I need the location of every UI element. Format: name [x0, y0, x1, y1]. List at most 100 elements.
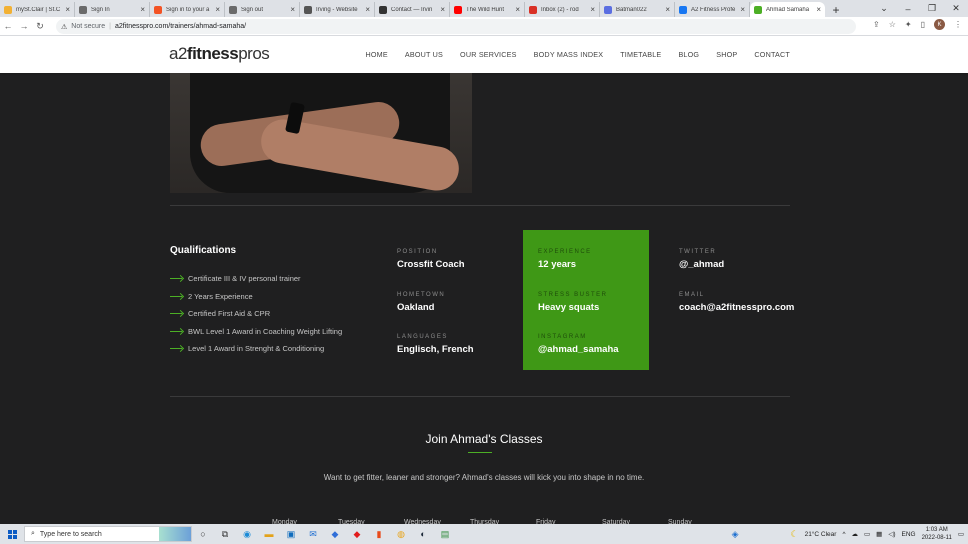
browser-tab[interactable]: Inbox (2) - rod ×	[525, 2, 600, 17]
tab-close-icon[interactable]: ×	[215, 5, 220, 14]
notification-icon[interactable]: ▭	[958, 530, 964, 538]
omnibox[interactable]: ⚠ Not secure | a2fitnesspro.com/trainers…	[56, 19, 856, 34]
nav-item-body-mass-index[interactable]: BODY MASS INDEX	[534, 50, 604, 59]
reload-icon[interactable]: ↻	[32, 21, 48, 32]
dropbox-icon[interactable]: ◆	[324, 526, 346, 542]
qualifications-section: Qualifications Certificate III & IV pers…	[170, 245, 342, 358]
tab-close-icon[interactable]: ×	[515, 5, 520, 14]
back-icon[interactable]: ←	[0, 21, 16, 31]
highlight-box: EXPERIENCE 12 years STRESS BUSTER Heavy …	[523, 230, 649, 370]
tab-title: The Wild Hunt	[466, 6, 505, 13]
edge-icon[interactable]: ◉	[236, 526, 258, 542]
stress-buster-label: STRESS BUSTER	[538, 292, 608, 298]
tab-close-icon[interactable]: ×	[440, 5, 445, 14]
logo-bold: fitness	[186, 44, 239, 63]
tab-title: Inbox (2) - rod	[541, 6, 579, 13]
mail-icon[interactable]: ✉	[302, 526, 324, 542]
cortana-icon[interactable]: ○	[192, 526, 214, 542]
browser-tab[interactable]: Irving - Website ×	[300, 2, 375, 17]
bookmark-star-icon[interactable]: ☆	[889, 20, 896, 29]
tab-close-icon[interactable]: ×	[740, 5, 745, 14]
nav-item-timetable[interactable]: TIMETABLE	[620, 50, 661, 59]
search-icon: ⌕	[31, 530, 35, 537]
chrome-icon[interactable]: ◍	[390, 526, 412, 542]
tab-title: Batman022	[616, 6, 647, 13]
tab-close-icon[interactable]: ×	[816, 5, 821, 14]
tab-title: Contact — Irvin	[391, 6, 433, 13]
store-icon[interactable]: ▣	[280, 526, 302, 542]
nav-item-about-us[interactable]: ABOUT US	[405, 50, 443, 59]
notepad-icon[interactable]: ▤	[434, 526, 456, 542]
windows-taskbar: ⌕ Type here to search ○ ⧉ ◉ ▬ ▣ ✉ ◆ ◆ ▮ …	[0, 524, 968, 544]
tab-favicon	[154, 5, 162, 14]
office-icon[interactable]: ▮	[368, 526, 390, 542]
nav-item-blog[interactable]: BLOG	[678, 50, 699, 59]
battery-icon[interactable]: ▭	[864, 530, 870, 538]
qualification-item: Level 1 Award in Strenght & Conditioning	[170, 340, 342, 358]
qualification-item: Certificate III & IV personal trainer	[170, 270, 342, 288]
network-icon[interactable]: ▦	[876, 530, 882, 538]
new-tab-icon[interactable]: +	[829, 2, 843, 17]
browser-tab[interactable]: The Wild Hunt ×	[450, 2, 525, 17]
tab-favicon	[454, 5, 462, 14]
divider-top	[170, 205, 790, 206]
search-highlight-image	[159, 527, 191, 541]
sidepanel-icon[interactable]: ▯	[921, 20, 925, 29]
weather-text[interactable]: 21°C Clear	[805, 531, 837, 538]
nav-item-contact[interactable]: CONTACT	[754, 50, 790, 59]
maximize-icon[interactable]: ❐	[920, 3, 944, 14]
position-info: POSITION Crossfit Coach	[397, 249, 537, 270]
position-value: Crossfit Coach	[397, 259, 465, 270]
volume-icon[interactable]: ◁)	[888, 530, 895, 538]
start-button[interactable]	[0, 529, 24, 539]
arrow-right-icon	[170, 313, 182, 315]
url-text[interactable]: a2fitnesspro.com/trainers/ahmad-samaha/	[115, 23, 246, 30]
nav-item-shop[interactable]: SHOP	[716, 50, 737, 59]
browser-tab[interactable]: Contact — Irvin ×	[375, 2, 450, 17]
experience-label: EXPERIENCE	[538, 249, 592, 255]
minimize-icon[interactable]: –	[896, 4, 920, 14]
nav-item-our-services[interactable]: OUR SERVICES	[460, 50, 517, 59]
email-info: EMAIL coach@a2fitnesspro.com	[679, 292, 819, 313]
browser-tab[interactable]: Sign out ×	[225, 2, 300, 17]
tab-close-icon[interactable]: ×	[665, 5, 670, 14]
language-indicator[interactable]: ENG	[902, 531, 916, 538]
tab-close-icon[interactable]: ×	[65, 5, 70, 14]
menu-kebab-icon[interactable]: ⋮	[954, 20, 962, 29]
profile-avatar[interactable]: K	[934, 19, 945, 30]
file-explorer-icon[interactable]: ▬	[258, 526, 280, 542]
warning-icon: ⚠	[61, 23, 68, 31]
app-red-icon[interactable]: ◆	[346, 526, 368, 542]
taskbar-search[interactable]: ⌕ Type here to search	[24, 526, 192, 542]
onedrive-icon[interactable]: ☁	[852, 530, 859, 538]
tab-close-icon[interactable]: ×	[140, 5, 145, 14]
steam-icon[interactable]: ◐	[412, 526, 434, 542]
browser-tab[interactable]: Sign in to your a ×	[150, 2, 225, 17]
tab-close-icon[interactable]: ×	[290, 5, 295, 14]
twitter-link[interactable]: @_ahmad	[679, 259, 819, 270]
hometown-value: Oakland	[397, 302, 435, 313]
browser-tab[interactable]: Sign In ×	[75, 2, 150, 17]
arrow-right-icon	[170, 295, 182, 297]
forward-icon[interactable]: →	[16, 21, 32, 31]
browser-tab[interactable]: Ahmad Samaha ×	[750, 2, 825, 17]
email-link[interactable]: coach@a2fitnesspro.com	[679, 302, 819, 313]
extensions-icon[interactable]: ✦	[905, 20, 912, 29]
share-icon[interactable]: ⇪	[873, 20, 880, 29]
nav-item-home[interactable]: HOME	[365, 50, 387, 59]
tab-search-icon[interactable]: ⌄	[872, 3, 896, 14]
tab-close-icon[interactable]: ×	[365, 5, 370, 14]
instagram-link[interactable]: @ahmad_samaha	[538, 344, 678, 355]
browser-tab[interactable]: Batman022 ×	[600, 2, 675, 17]
clock[interactable]: 1:03 AM 2022-08-11	[922, 526, 952, 542]
chevron-up-icon[interactable]: ^	[842, 531, 845, 538]
tab-close-icon[interactable]: ×	[590, 5, 595, 14]
tab-title: Sign in to your a	[166, 6, 210, 13]
site-logo[interactable]: a2fitnesspros	[169, 44, 270, 64]
task-view-icon[interactable]: ⧉	[214, 526, 236, 542]
browser-tab[interactable]: mySt.Clair | St.C ×	[0, 2, 75, 17]
site-header: a2fitnesspros HOME ABOUT US OUR SERVICES BO…	[0, 36, 968, 73]
app-tray-icon[interactable]: ◈	[732, 529, 739, 540]
browser-tab[interactable]: A2 Fitness Profe ×	[675, 2, 750, 17]
close-window-icon[interactable]: ✕	[944, 3, 968, 14]
